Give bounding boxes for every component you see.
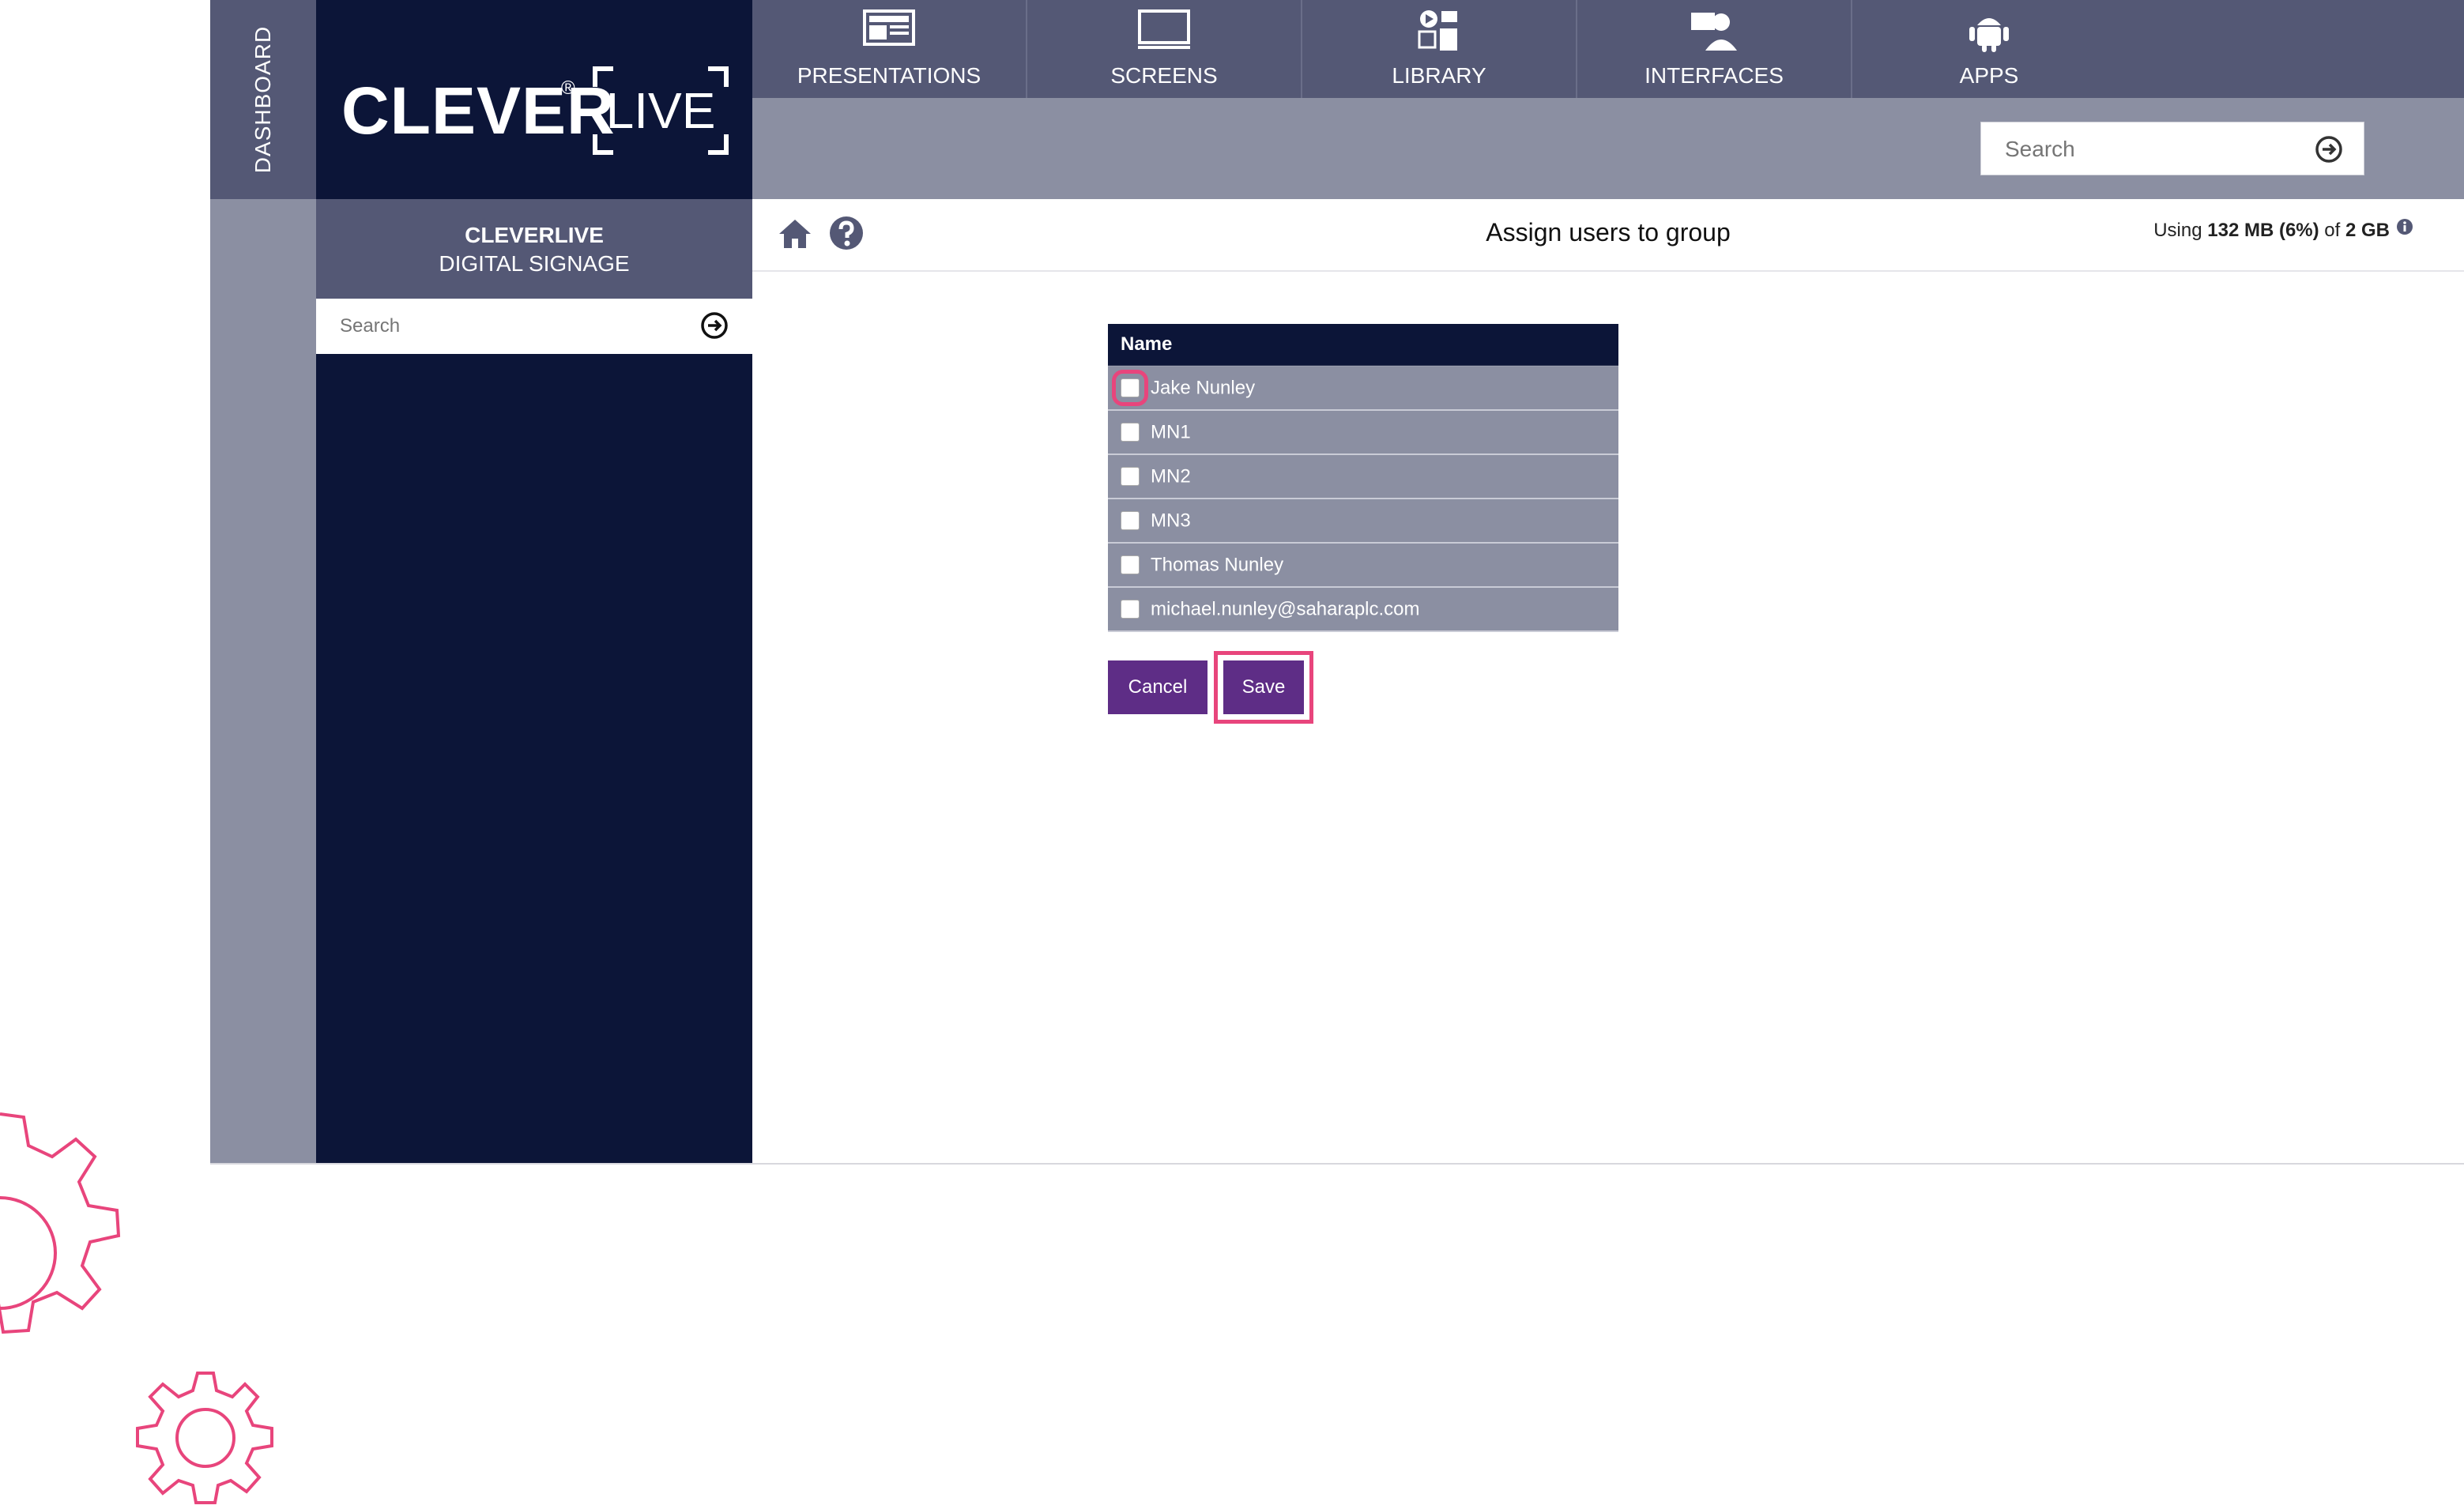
- gear-decoration-icon: [0, 1112, 121, 1334]
- logo-live-text: LIVE: [605, 82, 716, 139]
- user-checkbox[interactable]: [1121, 600, 1140, 619]
- user-screen-icon: [1691, 13, 1737, 51]
- sidebar-title: CLEVERLIVE: [465, 223, 604, 247]
- dashboard-tab[interactable]: DASHBOARD: [210, 0, 316, 199]
- sidebar-tree-panel: [316, 354, 752, 1163]
- table-header-row: Name: [1108, 324, 1618, 366]
- column-header-name: Name: [1108, 324, 1618, 366]
- sidebar-search: [316, 299, 752, 354]
- nav-interfaces[interactable]: INTERFACES: [1577, 0, 1852, 98]
- table-row[interactable]: MN2: [1108, 453, 1618, 499]
- top-search-box: [1980, 122, 2364, 176]
- table-row[interactable]: michael.nunley@saharaplc.com: [1108, 586, 1618, 632]
- media-library-icon: [1418, 10, 1457, 51]
- arrow-right-circle-icon[interactable]: [700, 311, 729, 340]
- user-name: michael.nunley@saharaplc.com: [1151, 598, 1420, 620]
- user-name: MN1: [1151, 421, 1191, 443]
- storage-total: 2 GB: [2345, 220, 2390, 241]
- storage-of: of: [2324, 220, 2341, 241]
- table-row[interactable]: Jake Nunley: [1108, 365, 1618, 411]
- nav-label: SCREENS: [1110, 63, 1218, 88]
- arrow-right-circle-icon[interactable]: [2315, 135, 2343, 164]
- storage-prefix: Using: [2153, 220, 2202, 241]
- table-row[interactable]: Thomas Nunley: [1108, 542, 1618, 588]
- storage-used: 132 MB (6%): [2207, 220, 2319, 241]
- nav-label: PRESENTATIONS: [797, 63, 981, 88]
- table-row[interactable]: MN3: [1108, 498, 1618, 544]
- sidebar-subtitle: DIGITAL SIGNAGE: [439, 251, 630, 276]
- gear-decoration-icon: [136, 1372, 273, 1504]
- table-row[interactable]: MN1: [1108, 409, 1618, 455]
- nav-apps[interactable]: APPS: [1852, 0, 2126, 98]
- nav-screens[interactable]: SCREENS: [1027, 0, 1302, 98]
- sidebar-search-input[interactable]: [316, 299, 705, 354]
- user-checkbox[interactable]: [1112, 370, 1148, 407]
- logo-registered-mark: ®: [561, 77, 575, 99]
- user-name: MN2: [1151, 465, 1191, 487]
- nav-label: LIBRARY: [1392, 63, 1486, 88]
- logo-live-frame: LIVE: [593, 66, 729, 155]
- user-checkbox[interactable]: [1121, 511, 1140, 531]
- user-checkbox[interactable]: [1121, 467, 1140, 487]
- nav-label: APPS: [1959, 63, 2019, 88]
- users-table: Name Jake Nunley MN1 MN2 MN3 Thomas Nunl…: [1108, 324, 1618, 632]
- logo[interactable]: CLEVER ® LIVE: [316, 0, 752, 199]
- cancel-button[interactable]: Cancel: [1108, 660, 1208, 714]
- presentation-icon: [863, 9, 915, 46]
- user-checkbox[interactable]: [1121, 555, 1140, 575]
- monitor-icon: [1138, 9, 1190, 49]
- nav-presentations[interactable]: PRESENTATIONS: [752, 0, 1027, 98]
- user-checkbox[interactable]: [1121, 423, 1140, 442]
- sidebar-header: CLEVERLIVE DIGITAL SIGNAGE: [316, 199, 752, 299]
- save-button[interactable]: Save: [1223, 660, 1304, 714]
- top-navigation: PRESENTATIONS SCREENS LIBRARY INTERFACES…: [752, 0, 2464, 98]
- info-icon[interactable]: [2396, 218, 2413, 235]
- user-name: Thomas Nunley: [1151, 554, 1284, 576]
- dashboard-label: DASHBOARD: [251, 25, 275, 174]
- user-name: Jake Nunley: [1151, 377, 1256, 399]
- nav-library[interactable]: LIBRARY: [1302, 0, 1577, 98]
- storage-usage: Using 132 MB (6%) of 2 GB: [2153, 220, 2390, 242]
- android-icon: [1969, 18, 2009, 52]
- top-search-bar: [752, 98, 2464, 199]
- app-window: DASHBOARD CLEVER ® LIVE PRESENTATIONS SC…: [210, 0, 2464, 1165]
- top-search-input[interactable]: [1981, 122, 2323, 176]
- nav-label: INTERFACES: [1645, 63, 1784, 88]
- content-header: Assign users to group Using 132 MB (6%) …: [752, 199, 2464, 272]
- user-name: MN3: [1151, 510, 1191, 532]
